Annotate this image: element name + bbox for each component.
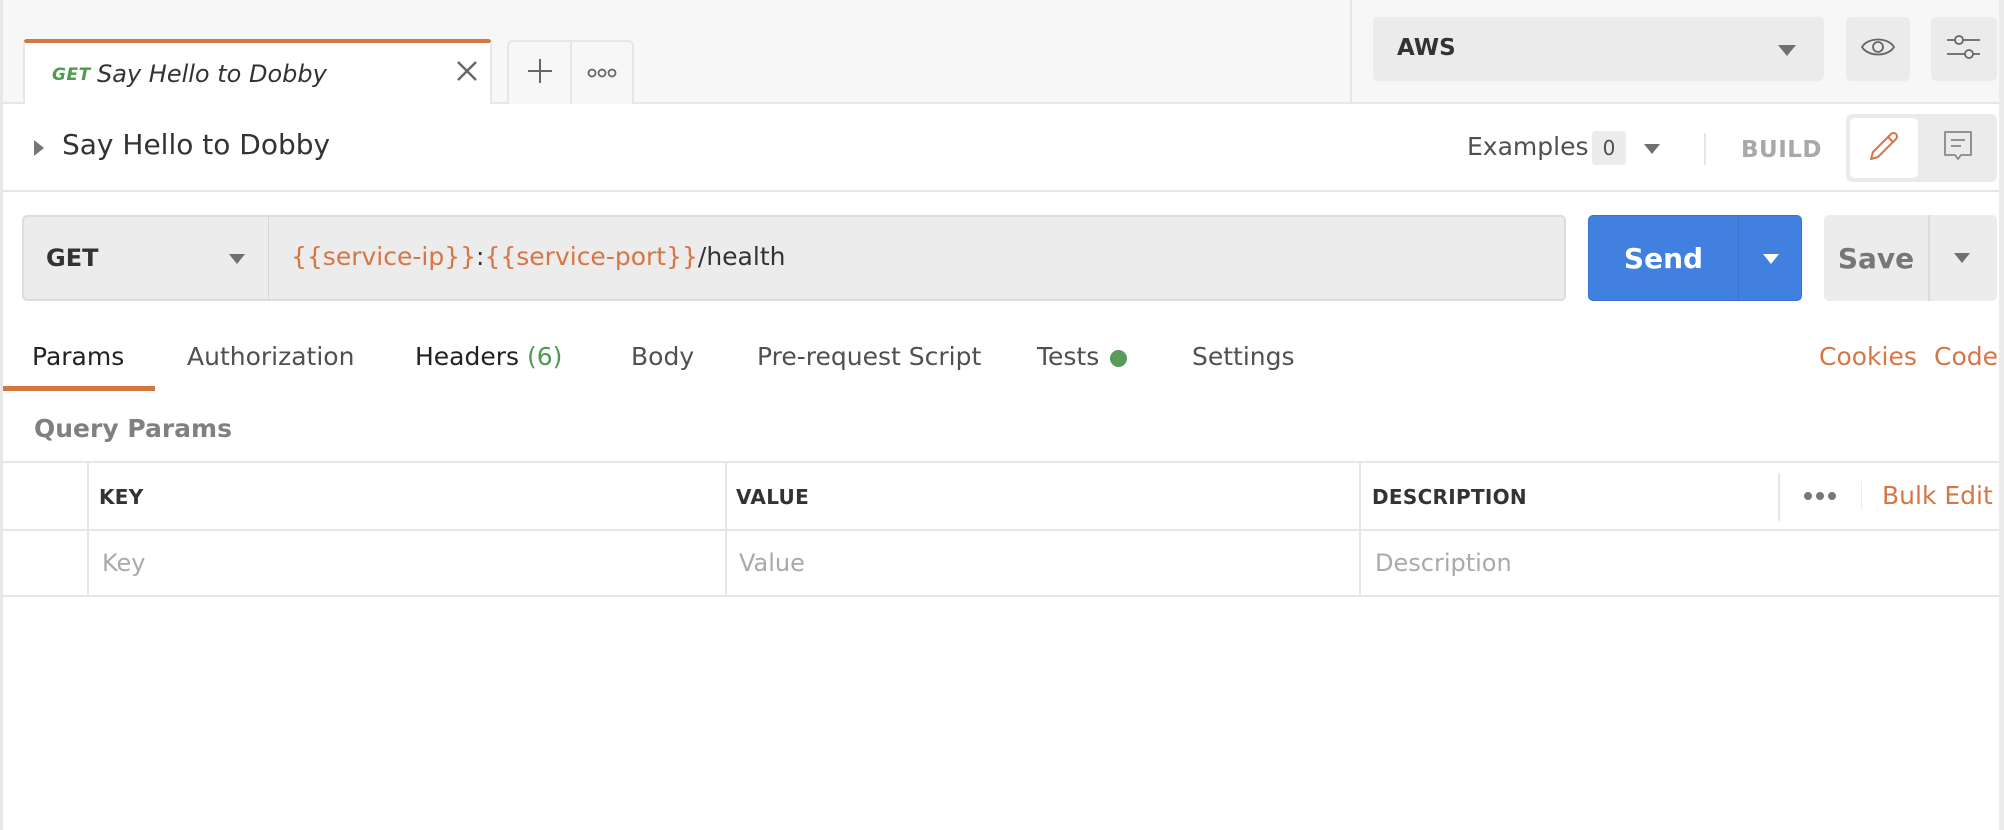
chevron-down-icon [1778,45,1796,56]
examples-label[interactable]: Examples [1467,132,1588,161]
column-divider [1359,531,1361,595]
column-header-key: KEY [99,485,144,509]
save-options-chevron-icon[interactable] [1954,253,1970,263]
tab-authorization[interactable]: Authorization [187,342,354,371]
url-variable-service-ip: {{service-ip}} [291,242,477,271]
right-border [1999,0,2004,830]
environment-selected-label: AWS [1397,35,1456,61]
header-divider [1704,133,1706,165]
tab-pre-request-script[interactable]: Pre-request Script [757,342,981,371]
description-input[interactable]: Description [1375,549,1512,577]
query-params-table: KEY VALUE DESCRIPTION Bulk Edit Key Valu… [3,461,1999,597]
column-divider [1359,463,1361,529]
examples-count-badge: 0 [1592,131,1626,165]
request-tab-active[interactable]: GET Say Hello to Dobby [23,39,492,106]
save-label: Save [1824,215,1930,301]
tab-params[interactable]: Params [32,342,124,371]
new-tab-button[interactable] [509,42,572,104]
url-text: {{service-ip}}:{{service-port}}/health [291,242,785,271]
send-button[interactable]: Send [1588,215,1802,301]
request-header: Say Hello to Dobby [3,104,1999,192]
edit-mode-button[interactable] [1850,118,1918,178]
send-options-chevron-icon[interactable] [1763,254,1779,264]
sliders-icon [1946,33,1982,65]
plus-icon [526,57,554,89]
method-select[interactable]: GET [22,215,269,301]
tab-headers[interactable]: Headers (6) [415,342,562,371]
bulk-edit-button[interactable]: Bulk Edit [1861,481,1993,510]
send-label: Send [1589,216,1739,300]
table-header-row: KEY VALUE DESCRIPTION Bulk Edit [3,463,1999,531]
column-divider [725,463,727,529]
request-title[interactable]: Say Hello to Dobby [62,128,330,161]
column-divider [87,531,89,595]
url-input[interactable]: {{service-ip}}:{{service-port}}/health [269,215,1566,301]
url-variable-service-port: {{service-port}} [484,242,698,271]
more-horizontal-icon [587,64,617,83]
query-params-title: Query Params [34,414,232,443]
close-tab-icon[interactable] [453,57,481,85]
environment-quick-look-button[interactable] [1846,17,1910,81]
url-path: /health [697,242,786,271]
manage-environments-button[interactable] [1931,17,1997,81]
save-button[interactable]: Save [1824,215,1997,301]
cookies-link[interactable]: Cookies [1819,342,1917,371]
more-tabs-button[interactable] [572,42,632,104]
environment-select[interactable]: AWS [1373,17,1824,81]
tab-method-badge: GET [52,65,91,85]
tab-tests[interactable]: Tests [1037,342,1099,371]
chevron-down-icon [229,254,245,264]
mode-toggle [1846,114,1997,182]
caret-right-icon[interactable] [34,140,44,156]
column-header-description: DESCRIPTION [1372,485,1527,509]
pencil-icon [1867,129,1901,167]
active-tab-indicator [3,386,155,391]
examples-dropdown-icon[interactable] [1644,144,1660,154]
tab-title: Say Hello to Dobby [97,60,327,88]
column-divider [87,463,89,529]
key-input[interactable]: Key [102,549,146,577]
tab-body[interactable]: Body [631,342,694,371]
column-header-value: VALUE [736,485,810,509]
method-selected-label: GET [46,244,99,272]
comment-mode-button[interactable] [1924,118,1992,178]
tab-headers-label: Headers [415,342,520,371]
code-link[interactable]: Code [1934,342,1998,371]
headers-count: (6) [527,342,563,371]
header-actions-divider [1778,473,1780,521]
tab-settings[interactable]: Settings [1192,342,1295,371]
column-divider [725,531,727,595]
tab-bar-divider [1350,0,1352,104]
table-row: Key Value Description [3,531,1999,597]
eye-icon [1860,35,1896,63]
value-input[interactable]: Value [739,549,805,577]
column-options-button[interactable] [1798,481,1842,511]
tests-status-dot [1110,350,1127,367]
tab-actions [507,40,634,104]
build-mode-label: BUILD [1741,137,1823,163]
comment-icon [1942,129,1974,167]
